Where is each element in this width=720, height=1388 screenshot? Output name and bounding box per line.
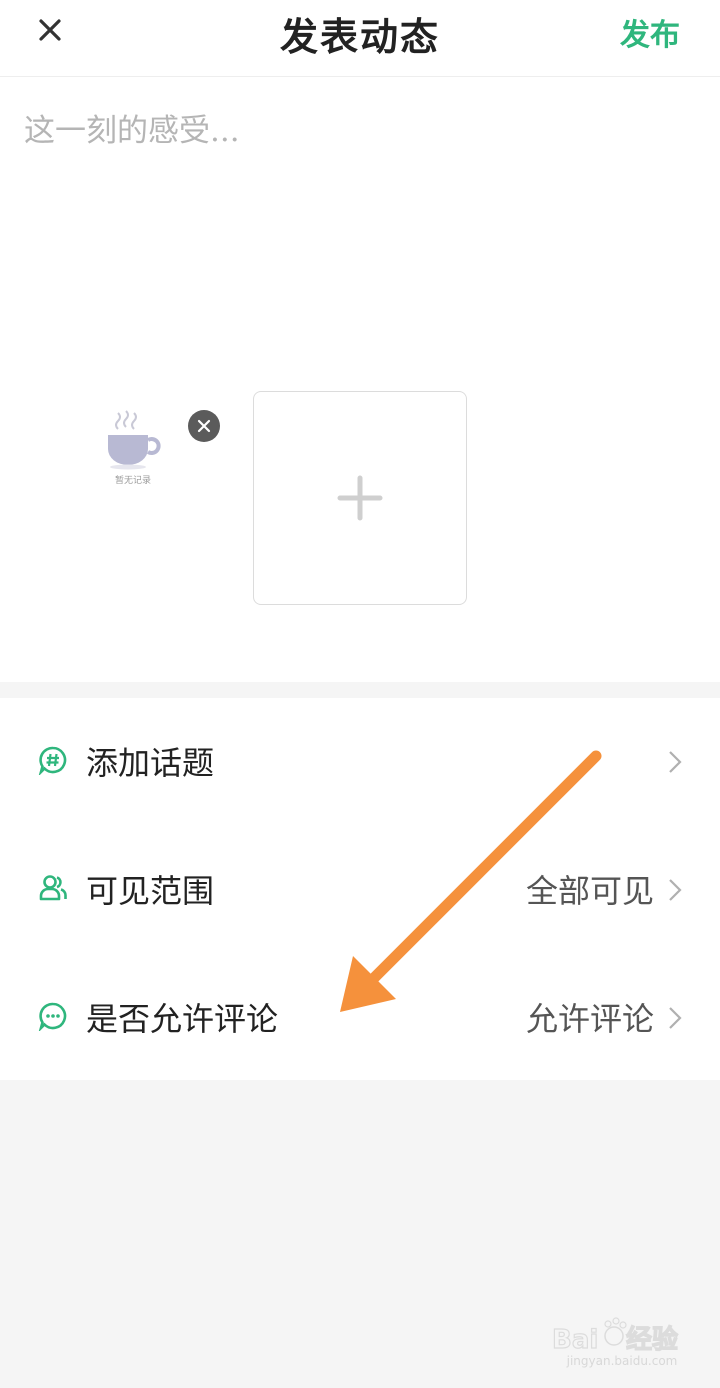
post-options-list: 添加话题 可见范围 全部可见 是否允许评论 允许评论 bbox=[0, 698, 720, 1080]
option-visibility[interactable]: 可见范围 全部可见 bbox=[0, 826, 720, 954]
chevron-right-icon bbox=[668, 878, 682, 902]
close-icon bbox=[39, 19, 61, 41]
chevron-right-icon bbox=[668, 750, 682, 774]
option-allow-comments[interactable]: 是否允许评论 允许评论 bbox=[0, 954, 720, 1082]
compose-area: 暂无记录 bbox=[0, 77, 720, 682]
remove-attachment-button[interactable] bbox=[188, 410, 220, 442]
page-title: 发表动态 bbox=[279, 14, 440, 59]
publish-button[interactable]: 发布 bbox=[620, 10, 680, 54]
close-button[interactable] bbox=[30, 10, 70, 50]
coffee-cup-icon bbox=[108, 410, 161, 470]
watermark-logo: Bai 经验 bbox=[552, 1317, 679, 1356]
option-value: 全部可见 bbox=[525, 872, 654, 910]
header-bar: 发表动态 发布 bbox=[0, 0, 720, 77]
close-circle-icon bbox=[197, 419, 211, 433]
attachment-caption: 暂无记录 bbox=[114, 476, 151, 486]
option-label: 是否允许评论 bbox=[86, 1000, 279, 1038]
hashtag-bubble-icon bbox=[38, 745, 68, 775]
watermark: Bai 经验 jingyan.baidu.com bbox=[552, 1316, 692, 1372]
option-add-topic[interactable]: 添加话题 bbox=[0, 698, 720, 826]
chevron-right-icon bbox=[668, 1006, 682, 1030]
svg-text:Bai: Bai bbox=[552, 1325, 598, 1355]
plus-icon bbox=[337, 475, 383, 521]
option-value: 允许评论 bbox=[525, 1000, 654, 1038]
people-icon bbox=[38, 873, 68, 903]
post-text-input[interactable] bbox=[24, 105, 694, 305]
watermark-url: jingyan.baidu.com bbox=[566, 1354, 678, 1368]
option-label: 添加话题 bbox=[86, 744, 215, 782]
chat-dots-icon bbox=[38, 1001, 68, 1031]
add-image-button[interactable] bbox=[253, 391, 467, 605]
option-label: 可见范围 bbox=[86, 872, 215, 910]
svg-text:经验: 经验 bbox=[626, 1324, 678, 1355]
